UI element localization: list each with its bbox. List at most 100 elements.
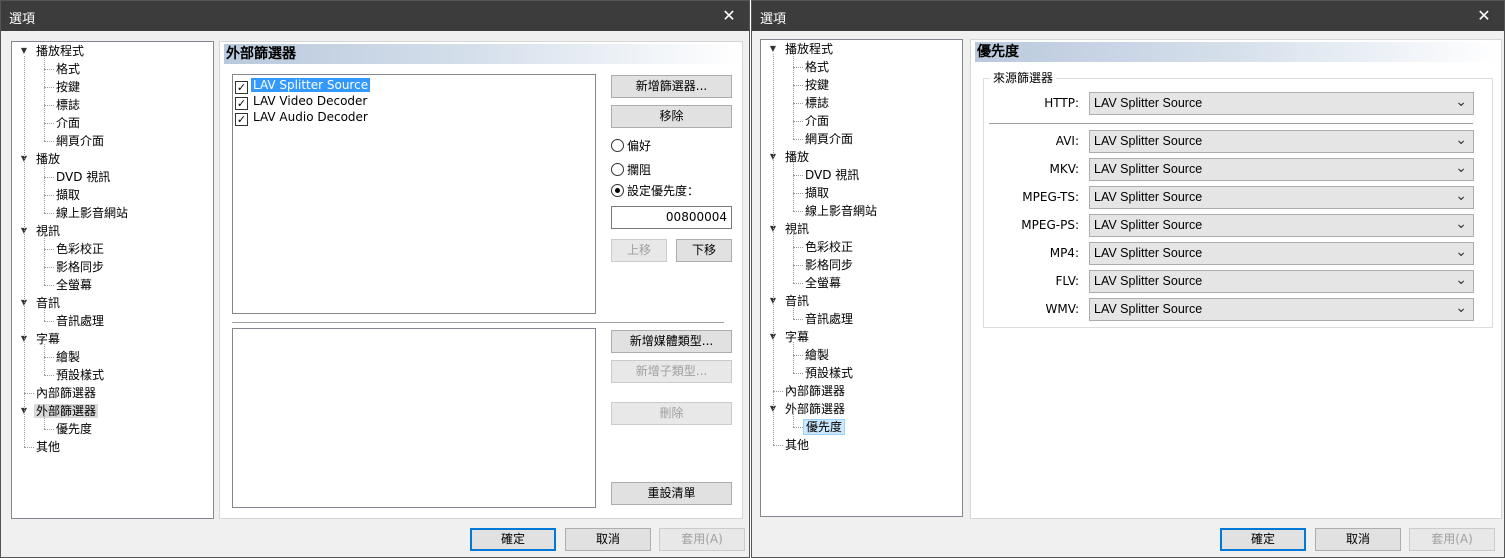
dropdown-value: LAV Splitter Source (1094, 190, 1203, 204)
source-filter-dropdown[interactable]: LAV Splitter Source ⌄ (1089, 242, 1474, 265)
priority-input[interactable]: 00800004 (611, 206, 732, 229)
block-radio[interactable]: 攔阻 (611, 162, 651, 178)
tree-item[interactable]: 按鍵 (54, 78, 82, 96)
tree-item-label: 音訊處理 (56, 314, 105, 328)
tree-item-label: 影格同步 (805, 258, 854, 272)
filter-list[interactable]: ✓ LAV Splitter Source ✓ LAV Video Decoder … (232, 74, 596, 314)
tree-item-label: 介面 (805, 114, 830, 128)
tree-item[interactable]: 擷取 (803, 184, 831, 202)
tree-item[interactable]: 按鍵 (803, 76, 831, 94)
tree-item[interactable]: 優先度 (54, 420, 94, 438)
tree-item[interactable]: DVD 視訊 (803, 166, 861, 184)
tree-item[interactable]: 格式 (803, 58, 831, 76)
tree-item[interactable]: 網頁介面 (803, 130, 855, 148)
source-filter-dropdown[interactable]: LAV Splitter Source ⌄ (1089, 92, 1474, 115)
tree-item[interactable]: 繪製 (803, 346, 831, 364)
radio-icon[interactable] (611, 139, 624, 152)
tree-item[interactable]: 色彩校正 (803, 238, 855, 256)
tree-item[interactable]: 線上影音網站 (54, 204, 130, 222)
tree-item[interactable]: 介面 (54, 114, 82, 132)
source-filter-dropdown[interactable]: LAV Splitter Source ⌄ (1089, 158, 1474, 181)
cancel-button[interactable]: 取消 (1315, 528, 1401, 551)
filter-item[interactable]: ✓ LAV Video Decoder (235, 93, 369, 110)
apply-button[interactable]: 套用(A) (659, 528, 745, 551)
cancel-button[interactable]: 取消 (565, 528, 651, 551)
tree-item[interactable]: 影格同步 (803, 256, 855, 274)
checkbox-icon[interactable]: ✓ (235, 113, 248, 126)
close-icon[interactable]: ✕ (709, 1, 749, 31)
tree-item[interactable]: 音訊處理 (803, 310, 855, 328)
chevron-down-icon[interactable]: ⌄ (1455, 271, 1467, 287)
tree-item[interactable]: 影格同步 (54, 258, 106, 276)
tree-item[interactable]: 全螢幕 (803, 274, 843, 292)
tree-item[interactable]: 其他 (34, 438, 62, 456)
add-filter-button[interactable]: 新增篩選器... (611, 75, 732, 98)
tree-item[interactable]: 網頁介面 (54, 132, 106, 150)
media-type-list[interactable] (232, 328, 596, 508)
tree-item[interactable]: 標誌 (803, 94, 831, 112)
chevron-down-icon[interactable]: ⌄ (1455, 215, 1467, 231)
move-down-button[interactable]: 下移 (676, 239, 732, 262)
tree-item[interactable]: 播放 (34, 150, 62, 168)
source-filter-dropdown[interactable]: LAV Splitter Source ⌄ (1089, 214, 1474, 237)
chevron-down-icon[interactable]: ⌄ (1455, 131, 1467, 147)
tree-item-label: 全螢幕 (805, 276, 842, 290)
tree-item[interactable]: 字幕 (34, 330, 62, 348)
delete-button[interactable]: 刪除 (611, 402, 732, 425)
reset-list-button[interactable]: 重設清單 (611, 482, 732, 505)
tree-item[interactable]: 擷取 (54, 186, 82, 204)
filter-item[interactable]: ✓ LAV Audio Decoder (235, 109, 370, 126)
prefer-radio[interactable]: 偏好 (611, 138, 651, 154)
tree-item[interactable]: 標誌 (54, 96, 82, 114)
tree-item[interactable]: 內部篩選器 (783, 382, 847, 400)
tree-item[interactable]: 線上影音網站 (803, 202, 879, 220)
add-subtype-button[interactable]: 新增子類型... (611, 360, 732, 383)
tree-connector (44, 123, 54, 124)
source-filter-dropdown[interactable]: LAV Splitter Source ⌄ (1089, 186, 1474, 209)
tree-item[interactable]: 格式 (54, 60, 82, 78)
remove-button[interactable]: 移除 (611, 105, 732, 128)
tree-item[interactable]: 播放程式 (783, 40, 835, 58)
tree-item[interactable]: 優先度 (803, 418, 846, 436)
chevron-down-icon[interactable]: ⌄ (1455, 93, 1467, 109)
tree-item[interactable]: 播放 (783, 148, 811, 166)
tree-item[interactable]: 預設樣式 (54, 366, 106, 384)
close-icon[interactable]: ✕ (1464, 1, 1504, 31)
settings-panel: 優先度 來源篩選器 HTTP: LAV Splitter Source ⌄ AVI: L… (970, 39, 1502, 519)
chevron-down-icon[interactable]: ⌄ (1455, 159, 1467, 175)
tree-item[interactable]: 色彩校正 (54, 240, 106, 258)
ok-button[interactable]: 確定 (1220, 528, 1306, 551)
tree-item[interactable]: 音訊處理 (54, 312, 106, 330)
tree-item[interactable]: 音訊 (783, 292, 811, 310)
options-tree[interactable]: 播放程式 ▼ 格式 按鍵 標誌 介面 網頁介面 播放 ▼ DVD 視訊 擷取 線上影音網站 視訊 ▼ 色彩校… (11, 41, 214, 519)
tree-item[interactable]: 預設樣式 (803, 364, 855, 382)
ok-button[interactable]: 確定 (470, 528, 556, 551)
tree-item[interactable]: 其他 (783, 436, 811, 454)
options-tree[interactable]: 播放程式 ▼ 格式 按鍵 標誌 介面 網頁介面 播放 ▼ DVD 視訊 擷取 線上影音網站 視訊 ▼ 色彩校… (760, 39, 963, 517)
tree-item[interactable]: 全螢幕 (54, 276, 94, 294)
tree-item[interactable]: 視訊 (34, 222, 62, 240)
tree-item[interactable]: 介面 (803, 112, 831, 130)
source-filter-dropdown[interactable]: LAV Splitter Source ⌄ (1089, 298, 1474, 321)
tree-item[interactable]: 視訊 (783, 220, 811, 238)
tree-connector (793, 162, 794, 211)
chevron-down-icon[interactable]: ⌄ (1455, 187, 1467, 203)
tree-item[interactable]: DVD 視訊 (54, 168, 112, 186)
chevron-down-icon[interactable]: ⌄ (1455, 299, 1467, 315)
apply-button[interactable]: 套用(A) (1409, 528, 1495, 551)
add-media-type-button[interactable]: 新增媒體類型... (611, 330, 732, 353)
tree-item[interactable]: 繪製 (54, 348, 82, 366)
source-filter-dropdown[interactable]: LAV Splitter Source ⌄ (1089, 130, 1474, 153)
set-priority-radio[interactable]: 設定優先度： (611, 183, 699, 199)
tree-item[interactable]: 內部篩選器 (34, 384, 98, 402)
radio-selected-icon[interactable] (611, 184, 624, 197)
source-filter-dropdown[interactable]: LAV Splitter Source ⌄ (1089, 270, 1474, 293)
radio-icon[interactable] (611, 163, 624, 176)
tree-item[interactable]: 字幕 (783, 328, 811, 346)
tree-connector (793, 103, 803, 104)
tree-item[interactable]: 播放程式 (34, 42, 86, 60)
chevron-down-icon[interactable]: ⌄ (1455, 243, 1467, 259)
filter-item[interactable]: ✓ LAV Splitter Source (235, 77, 371, 94)
tree-item[interactable]: 音訊 (34, 294, 62, 312)
move-up-button[interactable]: 上移 (611, 239, 667, 262)
